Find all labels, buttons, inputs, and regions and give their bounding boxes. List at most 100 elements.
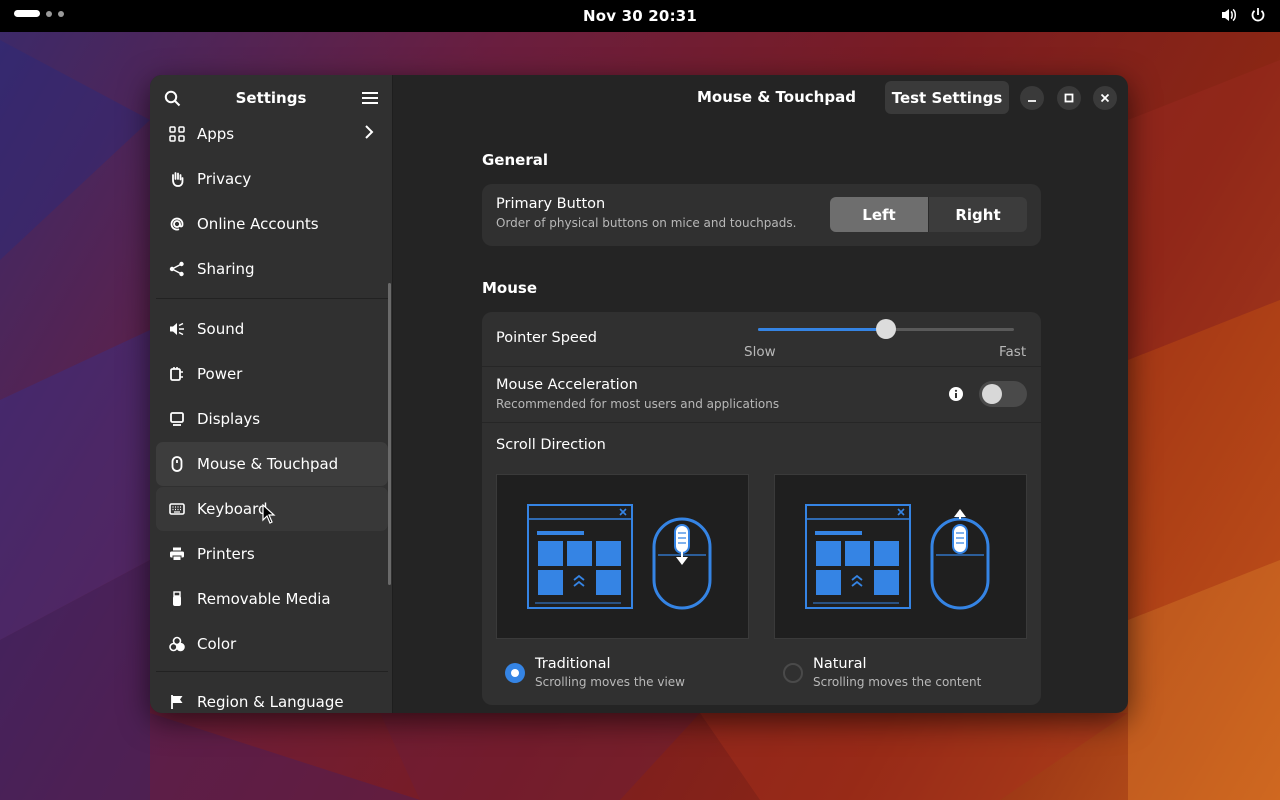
sidebar-item-color[interactable]: Color — [156, 622, 388, 666]
close-icon — [1100, 93, 1110, 103]
minimize-icon — [1028, 100, 1036, 102]
flag-icon — [168, 694, 185, 711]
monitor-icon — [168, 411, 185, 428]
sidebar-item-label: Power — [197, 365, 243, 383]
sidebar-list: Apps Privacy Online Accounts Sharing Sou… — [156, 112, 388, 713]
mouse-acceleration-subtitle: Recommended for most users and applicati… — [496, 397, 780, 411]
natural-option-subtitle: Scrolling moves the content — [813, 675, 982, 689]
close-button[interactable] — [1093, 86, 1117, 110]
natural-option-title: Natural — [813, 656, 867, 672]
share-icon — [168, 261, 185, 278]
sidebar-item-sound[interactable]: Sound — [156, 307, 388, 351]
maximize-button[interactable] — [1057, 86, 1081, 110]
workspace-indicator — [58, 10, 64, 17]
color-icon — [168, 636, 185, 653]
sidebar-item-label: Keyboard — [197, 500, 268, 518]
system-tray[interactable] — [1220, 6, 1266, 28]
hand-icon — [168, 171, 185, 188]
slider-knob[interactable] — [876, 319, 896, 339]
power-plug-icon — [168, 366, 185, 383]
natural-illustration[interactable] — [774, 474, 1027, 639]
sidebar-item-label: Privacy — [197, 170, 252, 188]
section-heading-mouse: Mouse — [482, 279, 538, 297]
traditional-option-title: Traditional — [535, 656, 611, 672]
slider-min-label: Slow — [744, 344, 776, 360]
maximize-icon — [1064, 93, 1074, 103]
primary-button-toggle: Left Right — [830, 197, 1027, 232]
radio-dot — [511, 669, 519, 677]
minimize-button[interactable] — [1020, 86, 1044, 110]
traditional-option-subtitle: Scrolling moves the view — [535, 675, 685, 689]
primary-right-button[interactable]: Right — [928, 197, 1027, 232]
sidebar-item-label: Displays — [197, 410, 261, 428]
sidebar-item-privacy[interactable]: Privacy — [156, 157, 388, 201]
page-title: Mouse & Touchpad — [697, 88, 856, 106]
traditional-illustration[interactable] — [496, 474, 749, 639]
mouse-acceleration-switch[interactable] — [979, 381, 1027, 407]
sidebar-item-label: Color — [197, 635, 237, 653]
sidebar-separator — [156, 671, 388, 672]
info-icon[interactable] — [949, 387, 963, 401]
sidebar-item-displays[interactable]: Displays — [156, 397, 388, 441]
section-heading-general: General — [482, 151, 548, 169]
sidebar-item-label: Printers — [197, 545, 255, 563]
sidebar-item-sharing[interactable]: Sharing — [156, 247, 388, 291]
general-card: Primary Button Order of physical buttons… — [482, 184, 1041, 246]
hamburger-menu-icon[interactable] — [360, 88, 380, 108]
natural-radio[interactable] — [783, 663, 803, 683]
power-icon[interactable] — [1250, 7, 1266, 27]
mouse-acceleration-row: Mouse Acceleration Recommended for most … — [482, 367, 1041, 422]
speaker-icon — [168, 321, 185, 338]
sidebar-item-apps[interactable]: Apps — [156, 112, 388, 156]
workspace-indicator — [46, 10, 52, 17]
usb-icon — [168, 591, 185, 608]
mouse-acceleration-title: Mouse Acceleration — [496, 377, 638, 393]
sidebar-item-label: Apps — [197, 125, 235, 143]
search-icon[interactable] — [162, 88, 182, 108]
sidebar-item-power[interactable]: Power — [156, 352, 388, 396]
sidebar-item-label: Mouse & Touchpad — [197, 455, 339, 473]
sidebar: Settings Apps Privacy Online Accounts Sh… — [150, 75, 393, 713]
sidebar-item-label: Sharing — [197, 260, 255, 278]
traditional-radio[interactable] — [505, 663, 525, 683]
mouse-icon — [168, 456, 185, 473]
main-panel: Mouse & Touchpad Test Settings General P… — [394, 75, 1128, 713]
primary-button-row: Primary Button Order of physical buttons… — [482, 184, 1041, 246]
at-sign-icon — [168, 216, 185, 233]
chevron-right-icon — [364, 124, 374, 144]
clock[interactable]: Nov 30 20:31 — [0, 7, 1280, 25]
sidebar-separator — [156, 298, 388, 299]
activities-indicator[interactable] — [14, 10, 64, 17]
sidebar-item-label: Online Accounts — [197, 215, 319, 233]
keyboard-icon — [168, 501, 185, 518]
mouse-card: Pointer Speed Slow Fast Mouse Accelerati… — [482, 312, 1041, 705]
volume-icon[interactable] — [1220, 6, 1238, 28]
sidebar-item-label: Removable Media — [197, 590, 331, 608]
sidebar-item-label: Region & Language — [197, 693, 344, 711]
sidebar-item-mouse-touchpad[interactable]: Mouse & Touchpad — [156, 442, 388, 486]
test-settings-button[interactable]: Test Settings — [885, 81, 1009, 114]
settings-content: General Primary Button Order of physical… — [482, 151, 1041, 705]
sidebar-item-printers[interactable]: Printers — [156, 532, 388, 576]
top-bar: Nov 30 20:31 — [0, 0, 1280, 32]
slider-max-label: Fast — [999, 344, 1027, 360]
sidebar-title: Settings — [235, 89, 307, 107]
sidebar-item-region-language[interactable]: Region & Language — [156, 680, 388, 713]
slider-fill — [758, 328, 886, 331]
primary-left-button[interactable]: Left — [830, 197, 928, 232]
scroll-direction-row: Scroll Direction Traditional Scrolling m… — [482, 423, 1041, 705]
sidebar-item-online-accounts[interactable]: Online Accounts — [156, 202, 388, 246]
sidebar-item-removable-media[interactable]: Removable Media — [156, 577, 388, 621]
printer-icon — [168, 546, 185, 563]
pointer-speed-row: Pointer Speed Slow Fast — [482, 312, 1041, 366]
header-bar: Mouse & Touchpad Test Settings — [394, 75, 1128, 121]
workspace-active-indicator — [14, 10, 40, 17]
switch-knob — [982, 384, 1002, 404]
apps-grid-icon — [168, 126, 185, 143]
pointer-speed-slider[interactable] — [758, 319, 1014, 339]
mouse-cursor-icon — [262, 503, 276, 528]
settings-window: Settings Apps Privacy Online Accounts Sh… — [150, 75, 1128, 713]
sidebar-item-keyboard[interactable]: Keyboard — [156, 487, 388, 531]
sidebar-scrollbar[interactable] — [388, 283, 391, 585]
sidebar-item-label: Sound — [197, 320, 245, 338]
